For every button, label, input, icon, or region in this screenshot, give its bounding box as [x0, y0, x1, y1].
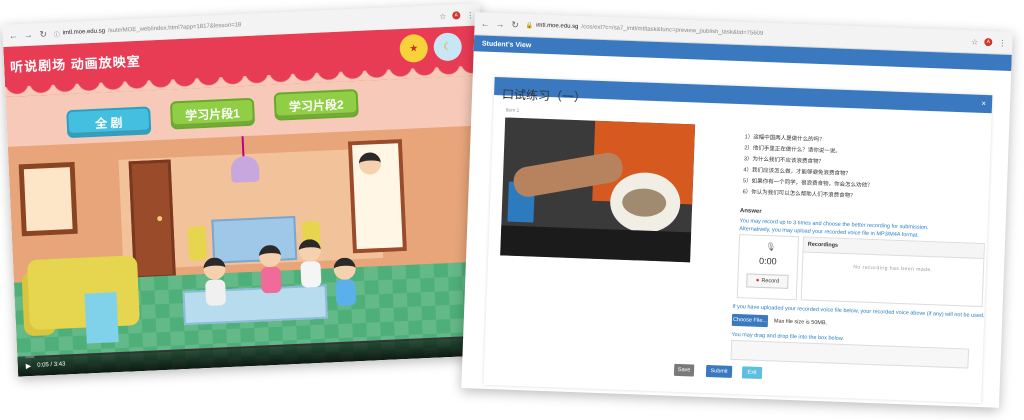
reload-icon[interactable]: ↻	[510, 19, 519, 30]
play-icon[interactable]: ▶	[26, 362, 32, 370]
game-title: 听说剧场 动画放映室	[9, 53, 142, 75]
kitchen-counter	[211, 215, 298, 264]
url-path: /sute/MOE_web/index.html?app=1817&lesson…	[107, 22, 242, 35]
star-icon[interactable]: ☆	[971, 37, 978, 46]
choose-file-button[interactable]: Choose File...	[731, 313, 769, 328]
recording-time: 0:00	[758, 255, 777, 267]
browser-window-task: ← → ↻ 🔒 imtl.moe.edu.sg /cos/ext?c=/sa7_…	[461, 12, 1013, 408]
child-figure	[335, 279, 357, 307]
info-icon: ⓘ	[53, 31, 60, 39]
back-icon[interactable]: ←	[480, 18, 489, 28]
side-table	[84, 292, 119, 344]
star-icon[interactable]: ☆	[439, 11, 447, 20]
sofa	[26, 255, 141, 331]
reload-icon[interactable]: ↻	[38, 28, 47, 39]
submit-button[interactable]: Submit	[705, 364, 733, 378]
coffee-table	[182, 284, 328, 326]
item-label: Item 1	[505, 107, 520, 114]
page-title: 口试练习（一）	[501, 87, 587, 105]
answer-label: Answer	[739, 208, 762, 215]
record-button[interactable]: ● Record	[746, 273, 789, 289]
family-picture	[18, 161, 78, 237]
segment-2-button[interactable]: 学习片段2	[273, 88, 359, 121]
extension-icon[interactable]: A	[452, 11, 461, 20]
recordings-panel: Recordings No recording has been made.	[800, 236, 985, 308]
voice-recorder: 🎙 0:00 ● Record	[736, 234, 800, 301]
chair	[187, 226, 208, 261]
close-icon[interactable]: ×	[981, 99, 986, 108]
child-figure	[205, 279, 227, 307]
record-dot-icon: ●	[755, 277, 760, 284]
url-host: imtl.moe.edu.sg	[62, 28, 106, 37]
save-button[interactable]: Save	[673, 363, 695, 377]
animation-player: 听说剧场 动画放映室 ★ ☾ 全 剧 学习片段1 学习片段2 ↶	[3, 25, 496, 377]
menu-icon[interactable]: ⋮	[466, 10, 474, 19]
segment-1-button[interactable]: 学习片段1	[169, 97, 256, 130]
menu-icon[interactable]: ⋮	[998, 38, 1006, 47]
back-icon[interactable]: ←	[9, 30, 18, 40]
child-figure	[300, 260, 322, 288]
ceiling-lamp	[230, 155, 260, 183]
browser-window-animation: ← → ↻ ⓘ imtl.moe.edu.sg /sute/MOE_web/in…	[2, 3, 496, 377]
question-list: 1）这幅中国两人是做什么的吗？ 2）他们手里正在做什么？请你说一说。 3）为什么…	[742, 132, 964, 206]
microphone-icon: 🎙	[765, 242, 776, 252]
record-label: Record	[761, 277, 780, 285]
task-video[interactable]	[500, 117, 696, 263]
video-time: 0:05 / 3:43	[37, 361, 66, 369]
url-path: /cos/ext?c=/sa7_imtl/mtltask&func=previe…	[581, 24, 764, 37]
child-figure	[260, 266, 282, 294]
extension-icon[interactable]: A	[984, 37, 993, 47]
exit-button[interactable]: Exit	[741, 366, 763, 380]
recordings-empty-text: No recording has been made.	[853, 264, 933, 274]
lock-icon: 🔒	[525, 22, 534, 29]
full-play-button[interactable]: 全 剧	[66, 106, 152, 139]
forward-icon[interactable]: →	[495, 19, 504, 29]
url-host: imtl.moe.edu.sg	[535, 22, 579, 31]
forward-icon[interactable]: →	[24, 30, 33, 40]
